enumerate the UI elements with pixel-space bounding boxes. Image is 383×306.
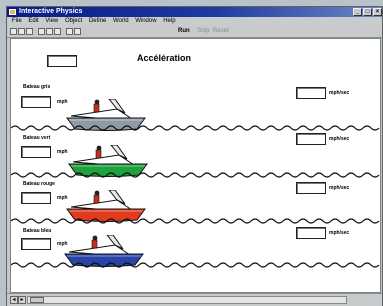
scroll-thumb[interactable] — [30, 297, 44, 303]
app-window: Interactive Physics _ □ × File Edit View… — [6, 6, 383, 306]
water-line-1 — [11, 125, 380, 131]
boat-label-gris: Bateau gris — [23, 84, 51, 90]
scroll-left-icon[interactable]: ◂ — [10, 296, 18, 304]
page-title: Accélération — [137, 53, 192, 63]
accel-field-vert[interactable] — [296, 133, 326, 145]
cut-icon[interactable] — [38, 28, 45, 35]
boat-label-vert: Bateau vert — [23, 135, 51, 141]
copy-icon[interactable] — [46, 28, 53, 35]
accel-unit-gris: mph/sec — [329, 90, 350, 96]
maximize-button[interactable]: □ — [363, 8, 372, 16]
menu-define[interactable]: Define — [89, 17, 106, 26]
accel-field-gris[interactable] — [296, 87, 326, 99]
menu-window[interactable]: Window — [135, 17, 156, 26]
speed-field-vert[interactable] — [21, 146, 51, 158]
simulation-canvas: Accélération Bateau gris mph mph/sec Bat… — [10, 38, 381, 293]
new-file-icon[interactable] — [10, 28, 17, 35]
accel-field-bleu[interactable] — [296, 227, 326, 239]
water-line-3 — [11, 218, 380, 224]
accel-unit-rouge: mph/sec — [329, 185, 350, 191]
speed-field-bleu[interactable] — [21, 238, 51, 250]
speed-field-gris[interactable] — [21, 96, 51, 108]
reset-button[interactable]: Reset — [213, 27, 229, 36]
close-button[interactable]: × — [373, 8, 382, 16]
menu-help[interactable]: Help — [163, 17, 175, 26]
boat-label-rouge: Bateau rouge — [23, 181, 55, 187]
time-field[interactable] — [47, 55, 77, 67]
water-line-4 — [11, 262, 380, 268]
save-icon[interactable] — [26, 28, 33, 35]
boat-label-bleu: Bateau bleu — [23, 228, 52, 234]
speed-unit-vert: mph — [57, 149, 68, 155]
water-line-2 — [11, 172, 380, 178]
menu-world[interactable]: World — [113, 17, 129, 26]
menu-view[interactable]: View — [45, 17, 58, 26]
run-button[interactable]: Run — [178, 27, 190, 36]
speed-field-rouge[interactable] — [21, 192, 51, 204]
accel-unit-bleu: mph/sec — [329, 230, 350, 236]
accel-field-rouge[interactable] — [296, 182, 326, 194]
app-icon — [9, 9, 16, 15]
menu-edit[interactable]: Edit — [28, 17, 38, 26]
scroll-right-icon[interactable]: ▸ — [18, 296, 26, 304]
menu-bar: File Edit View Object Define World Windo… — [7, 17, 382, 26]
stop-button[interactable]: Stop — [197, 27, 209, 36]
menu-file[interactable]: File — [12, 17, 22, 26]
menu-object[interactable]: Object — [65, 17, 82, 26]
help-icon[interactable] — [74, 28, 81, 35]
minimize-button[interactable]: _ — [353, 8, 362, 16]
scroll-track[interactable] — [27, 296, 347, 304]
open-folder-icon[interactable] — [18, 28, 25, 35]
window-title: Interactive Physics — [19, 8, 83, 15]
title-bar: Interactive Physics _ □ × — [7, 7, 382, 17]
toolbar: Run Stop Reset — [7, 26, 382, 38]
paste-icon[interactable] — [54, 28, 61, 35]
print-icon[interactable] — [66, 28, 73, 35]
horizontal-scrollbar[interactable]: ◂ ▸ — [7, 293, 382, 306]
accel-unit-vert: mph/sec — [329, 136, 350, 142]
